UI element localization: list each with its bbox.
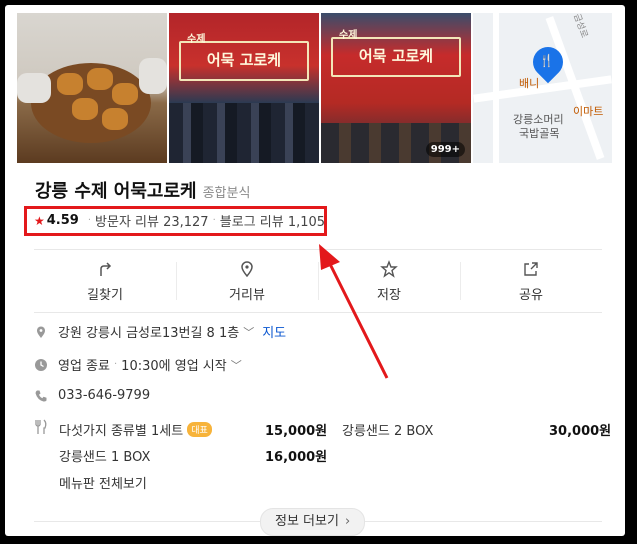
menu-item-price: 15,000원 xyxy=(265,424,328,439)
signature-badge: 대표 xyxy=(187,422,212,437)
blog-reviews-link[interactable]: 블로그 리뷰 1,105 xyxy=(220,211,325,230)
location-pin-icon xyxy=(241,260,253,277)
star-icon: ★ xyxy=(34,213,45,228)
business-hours: 10:30에 영업 시작 xyxy=(121,359,227,374)
place-name: 강릉 수제 어묵고로케 xyxy=(35,181,197,202)
chevron-down-icon[interactable]: ﹀ xyxy=(243,324,254,340)
menu-item-name: 다섯가지 종류별 1세트 대표 xyxy=(59,420,212,439)
annotation-arrow xyxy=(319,244,389,379)
business-status: 영업 종료 xyxy=(58,359,110,374)
menu-item-price: 30,000원 xyxy=(549,424,612,439)
photo-storefront-crowd[interactable]: 수제 어묵 고로케 xyxy=(169,13,319,163)
view-full-menu-link[interactable]: 메뉴판 전체보기 xyxy=(59,473,147,492)
phone-row: 033-646-9799 xyxy=(34,388,150,403)
title-row: 강릉 수제 어묵고로케 종합분식 xyxy=(35,177,250,203)
place-card: 수제 어묵 고로케 수제 어묵 고로케 999+ 🍴 금성로 배니 이마트 강릉소머… xyxy=(5,5,625,536)
street-view-button[interactable]: 거리뷰 xyxy=(176,250,318,312)
chevron-down-icon[interactable]: ﹀ xyxy=(231,357,242,373)
location-pin-icon xyxy=(37,326,45,338)
share-icon xyxy=(524,261,538,276)
map-thumbnail[interactable]: 🍴 금성로 배니 이마트 강릉소머리 국밥골목 xyxy=(473,13,612,163)
address-row: 강원 강릉시 금성로13번길 8 1층 ﹀ 지도 xyxy=(34,322,286,341)
photo-croquette-plate[interactable] xyxy=(17,13,167,163)
hours-row: 영업 종료 · 10:30에 영업 시작 ﹀ xyxy=(34,355,242,374)
place-category: 종합분식 xyxy=(202,186,251,201)
visitor-reviews-link[interactable]: 방문자 리뷰 23,127 xyxy=(95,211,209,230)
rating-row: ★ 4.59 · 방문자 리뷰 23,127 · 블로그 리뷰 1,105 xyxy=(34,211,326,230)
photo-strip: 수제 어묵 고로케 수제 어묵 고로케 999+ 🍴 금성로 배니 이마트 강릉소머… xyxy=(17,13,614,163)
phone-icon xyxy=(35,390,47,402)
photo-storefront[interactable]: 수제 어묵 고로케 999+ xyxy=(321,13,471,163)
phone-number[interactable]: 033-646-9799 xyxy=(58,388,150,403)
clock-icon xyxy=(35,358,47,371)
directions-icon xyxy=(100,261,112,276)
menu-item-name: 강릉샌드 2 BOX xyxy=(342,424,434,439)
rating-score: 4.59 xyxy=(46,213,79,228)
address-text: 강원 강릉시 금성로13번길 8 1층 xyxy=(58,326,240,341)
photo-count-badge: 999+ xyxy=(425,142,465,157)
more-info-button[interactable]: 정보 더보기 › xyxy=(260,508,366,536)
menu-item-name: 강릉샌드 1 BOX xyxy=(59,450,151,465)
directions-button[interactable]: 길찾기 xyxy=(34,250,176,312)
map-link[interactable]: 지도 xyxy=(262,322,286,341)
menu-icon xyxy=(35,419,47,434)
share-button[interactable]: 공유 xyxy=(460,250,602,312)
menu-item-price: 16,000원 xyxy=(265,450,328,465)
